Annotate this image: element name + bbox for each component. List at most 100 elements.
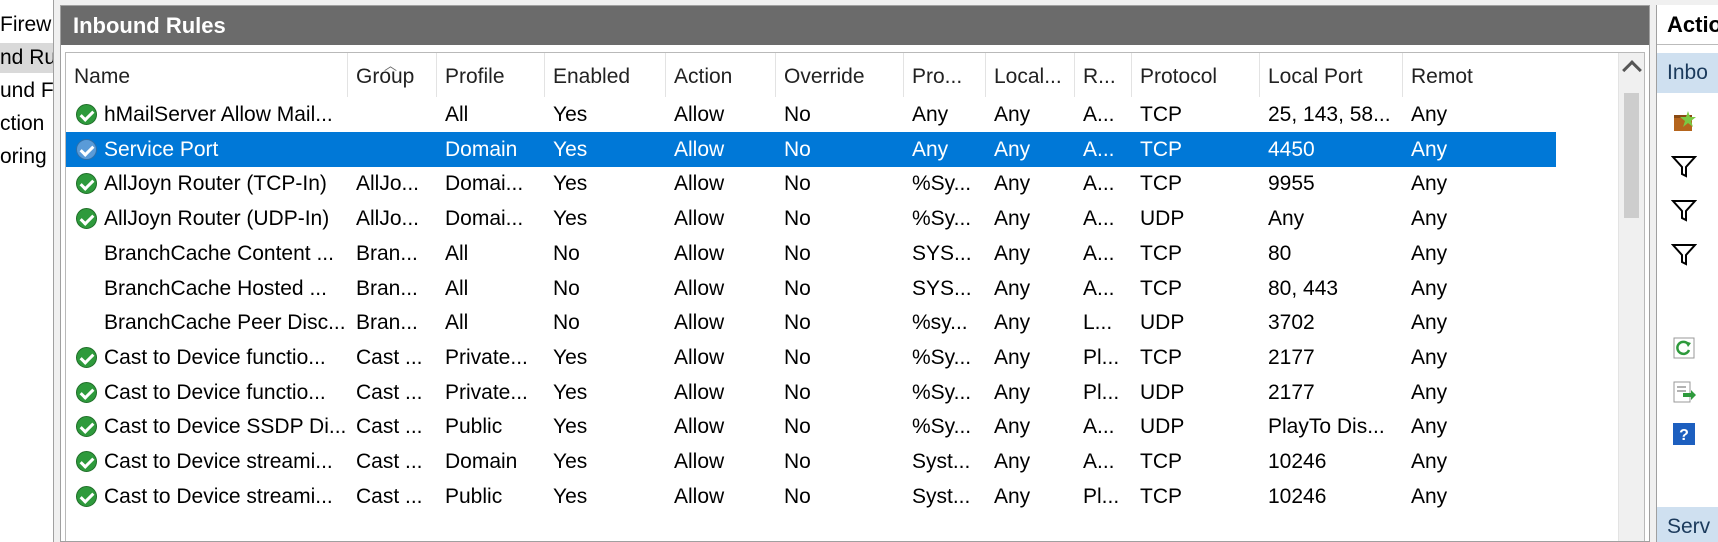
cell-enabled: No bbox=[553, 241, 580, 265]
cell-remote-address: A... bbox=[1083, 172, 1115, 196]
tree-item-monitoring[interactable]: oring bbox=[0, 142, 47, 172]
cell-name: AllJoyn Router (TCP-In) bbox=[104, 172, 327, 196]
actions-section-inbound[interactable]: Inbo bbox=[1657, 53, 1718, 93]
column-profile[interactable]: Profile bbox=[437, 53, 545, 97]
table-row[interactable]: Cast to Device streami... Cast ... Public Y… bbox=[66, 479, 1556, 514]
cell-remote-port: Any bbox=[1411, 345, 1448, 369]
cell-action: Allow bbox=[674, 311, 725, 335]
cell-override: No bbox=[784, 484, 811, 508]
table-row[interactable]: Cast to Device streami... Cast ... Domain Y… bbox=[66, 444, 1556, 479]
column-enabled[interactable]: Enabled bbox=[545, 53, 666, 97]
cell-profile: Domain bbox=[445, 450, 518, 473]
cell-local-port: 80, 443 bbox=[1268, 276, 1339, 300]
cell-enabled: No bbox=[553, 276, 580, 300]
tree-item-connection-security[interactable]: ction bbox=[0, 109, 44, 139]
cell-local-address: Any bbox=[994, 450, 1031, 473]
cell-action: Allow bbox=[674, 103, 725, 126]
export-list-icon[interactable] bbox=[1671, 379, 1697, 405]
cell-profile: All bbox=[445, 276, 469, 300]
scroll-up-icon[interactable] bbox=[1622, 60, 1642, 80]
column-action[interactable]: Action bbox=[666, 53, 776, 97]
cell-name: Cast to Device functio... bbox=[104, 380, 326, 404]
column-local-address[interactable]: Local... bbox=[986, 53, 1075, 97]
cell-program: %Sy... bbox=[912, 415, 972, 439]
table-row[interactable]: AllJoyn Router (TCP-In) AllJo... Domai... Y… bbox=[66, 166, 1556, 201]
rule-enabled-icon bbox=[76, 173, 97, 195]
cell-profile: Private... bbox=[445, 345, 528, 369]
cell-override: No bbox=[784, 137, 811, 161]
scrollbar-thumb[interactable] bbox=[1624, 93, 1639, 218]
table-row[interactable]: BranchCache Peer Disc... Bran... All No Allo… bbox=[66, 305, 1556, 340]
filter-state-icon[interactable] bbox=[1671, 197, 1697, 223]
cell-local-port: 2177 bbox=[1268, 345, 1315, 369]
column-name[interactable]: Name bbox=[66, 53, 348, 97]
table-row[interactable]: Cast to Device functio... Cast ... Private… bbox=[66, 375, 1556, 410]
table-row[interactable]: AllJoyn Router (UDP-In) AllJo... Domai... Y… bbox=[66, 201, 1556, 236]
cell-enabled: Yes bbox=[553, 450, 588, 473]
rule-enabled-icon bbox=[76, 416, 97, 438]
tree-item-firewall[interactable]: Firew bbox=[0, 10, 51, 40]
vertical-scrollbar[interactable] bbox=[1618, 53, 1644, 541]
cell-enabled: Yes bbox=[553, 484, 588, 508]
column-local-port[interactable]: Local Port bbox=[1260, 53, 1403, 97]
actions-title: Actio bbox=[1657, 5, 1718, 45]
cell-profile: Domai... bbox=[445, 172, 524, 196]
filter-group-icon[interactable] bbox=[1671, 241, 1697, 267]
cell-remote-port: Any bbox=[1411, 137, 1448, 161]
column-program[interactable]: Pro... bbox=[904, 53, 986, 97]
column-remote-port[interactable]: Remot bbox=[1403, 53, 1483, 97]
cell-name: Cast to Device streami... bbox=[104, 450, 333, 473]
cell-action: Allow bbox=[674, 241, 725, 265]
cell-group: Bran... bbox=[356, 276, 418, 300]
table-row[interactable]: Cast to Device functio... Cast ... Private… bbox=[66, 340, 1556, 375]
cell-profile: Public bbox=[445, 484, 503, 508]
cell-profile: All bbox=[445, 241, 469, 265]
cell-local-port: 80 bbox=[1268, 241, 1292, 265]
column-protocol[interactable]: Protocol bbox=[1132, 53, 1260, 97]
cell-name: AllJoyn Router (UDP-In) bbox=[104, 207, 330, 231]
table-row[interactable]: hMailServer Allow Mail... All Yes Allow No An… bbox=[66, 97, 1556, 132]
column-remote-address[interactable]: R... bbox=[1075, 53, 1132, 97]
cell-protocol: TCP bbox=[1140, 241, 1182, 265]
cell-group: Cast ... bbox=[356, 484, 423, 508]
actions-section-selected-rule[interactable]: Serv bbox=[1657, 507, 1718, 542]
filter-profile-icon[interactable] bbox=[1671, 153, 1697, 179]
cell-program: Any bbox=[912, 103, 949, 126]
column-override[interactable]: Override bbox=[776, 53, 904, 97]
cell-local-address: Any bbox=[994, 103, 1031, 126]
cell-protocol: TCP bbox=[1140, 172, 1182, 196]
cell-protocol: UDP bbox=[1140, 311, 1185, 335]
cell-remote-address: Pl... bbox=[1083, 484, 1120, 508]
rule-enabled-icon bbox=[76, 451, 97, 472]
cell-remote-port: Any bbox=[1411, 207, 1448, 231]
cell-protocol: UDP bbox=[1140, 415, 1185, 439]
cell-name: BranchCache Hosted ... bbox=[104, 276, 327, 300]
tree-item-outbound-rules[interactable]: und F bbox=[0, 76, 53, 106]
rule-enabled-icon bbox=[76, 138, 97, 160]
rules-grid: Name Group ︿ Profile Enabled Action Over… bbox=[65, 52, 1645, 541]
cell-remote-address: A... bbox=[1083, 415, 1115, 439]
cell-enabled: Yes bbox=[553, 380, 588, 404]
new-rule-icon[interactable] bbox=[1671, 109, 1697, 135]
cell-enabled: Yes bbox=[553, 103, 588, 126]
rule-enabled-icon bbox=[76, 104, 97, 125]
table-row[interactable]: Service Port Domain Yes Allow No Any Any A... TC… bbox=[66, 131, 1556, 167]
help-icon[interactable]: ? bbox=[1671, 421, 1697, 447]
cell-remote-port: Any bbox=[1411, 484, 1448, 508]
tree-item-inbound-rules[interactable]: nd Ru bbox=[0, 43, 53, 73]
cell-program: %sy... bbox=[912, 311, 968, 335]
cell-action: Allow bbox=[674, 450, 725, 473]
cell-override: No bbox=[784, 345, 811, 369]
refresh-icon[interactable] bbox=[1671, 335, 1697, 361]
table-row[interactable]: BranchCache Content ... Bran... All No Allow… bbox=[66, 236, 1556, 271]
cell-action: Allow bbox=[674, 137, 725, 161]
cell-group: Cast ... bbox=[356, 450, 423, 473]
table-row[interactable]: Cast to Device SSDP Di... Cast ... Public Y… bbox=[66, 409, 1556, 444]
cell-remote-address: A... bbox=[1083, 450, 1115, 473]
cell-profile: Domai... bbox=[445, 207, 524, 231]
cell-profile: All bbox=[445, 311, 469, 335]
cell-profile: Domain bbox=[445, 137, 518, 161]
cell-name: hMailServer Allow Mail... bbox=[104, 103, 333, 126]
cell-group: AllJo... bbox=[356, 172, 420, 196]
table-row[interactable]: BranchCache Hosted ... Bran... All No Allow N… bbox=[66, 271, 1556, 306]
